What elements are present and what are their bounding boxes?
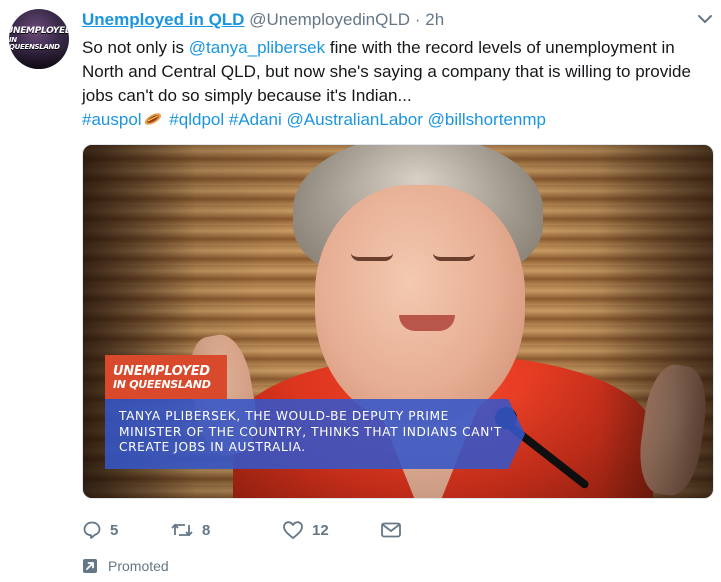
caret-down-icon[interactable] — [697, 12, 713, 24]
avatar-text-line2: IN QUEENSLAND — [9, 36, 60, 51]
hashtag-line: #auspol #qldpol #Adani @AustralianLabor … — [82, 108, 714, 132]
promoted-arrow-icon — [82, 558, 98, 574]
avatar-text-line1: UNEMPLOYED — [9, 26, 69, 36]
media-logo-line1: UNEMPLOYED — [113, 363, 210, 379]
timestamp[interactable]: 2h — [425, 10, 444, 29]
mention-australianlabor[interactable]: @AustralianLabor — [287, 110, 423, 129]
tweet-header: Unemployed in QLD @UnemployedinQLD · 2h — [82, 10, 701, 32]
retweet-button[interactable]: 8 — [170, 520, 280, 540]
sausage-emoji-icon — [143, 110, 163, 128]
media-image[interactable]: UNEMPLOYED IN QUEENSLAND TANYA PLIBERSEK… — [82, 144, 714, 499]
promoted-text: Promoted — [108, 558, 169, 574]
heart-icon — [282, 520, 304, 540]
tweet-text-part1: So not only is — [82, 38, 189, 57]
separator-dot: · — [414, 10, 421, 29]
avatar[interactable]: UNEMPLOYED IN QUEENSLAND — [9, 9, 69, 69]
promoted-label: Promoted — [82, 557, 169, 575]
media-caption-text: TANYA PLIBERSEK, THE WOULD-BE DEPUTY PRI… — [119, 409, 502, 454]
media-logo-badge: UNEMPLOYED IN QUEENSLAND — [105, 355, 227, 399]
hashtag-auspol[interactable]: #auspol — [82, 110, 142, 129]
reply-button[interactable]: 5 — [82, 520, 172, 540]
reply-icon — [82, 520, 102, 540]
reply-count: 5 — [110, 521, 119, 539]
media-logo-line2: IN QUEENSLAND — [113, 377, 211, 391]
mention-tanya-plibersek[interactable]: @tanya_plibersek — [189, 38, 325, 57]
user-handle[interactable]: @UnemployedinQLD — [249, 10, 410, 29]
hashtag-qldpol[interactable]: #qldpol — [169, 110, 224, 129]
like-button[interactable]: 12 — [282, 520, 392, 540]
envelope-icon — [380, 521, 402, 539]
tweet-text: So not only is @tanya_plibersek fine wit… — [82, 36, 714, 132]
tweet-actions: 5 8 12 — [82, 516, 482, 544]
retweet-count: 8 — [202, 521, 211, 539]
media-caption-banner: TANYA PLIBERSEK, THE WOULD-BE DEPUTY PRI… — [105, 399, 525, 469]
retweet-icon — [170, 520, 194, 540]
mention-billshortenmp[interactable]: @billshortenmp — [428, 110, 546, 129]
like-count: 12 — [312, 521, 329, 539]
display-name[interactable]: Unemployed in QLD — [82, 10, 244, 29]
tweet: UNEMPLOYED IN QUEENSLAND Unemployed in Q… — [0, 0, 721, 582]
hashtag-adani[interactable]: #Adani — [229, 110, 282, 129]
direct-message-button[interactable] — [380, 521, 420, 539]
